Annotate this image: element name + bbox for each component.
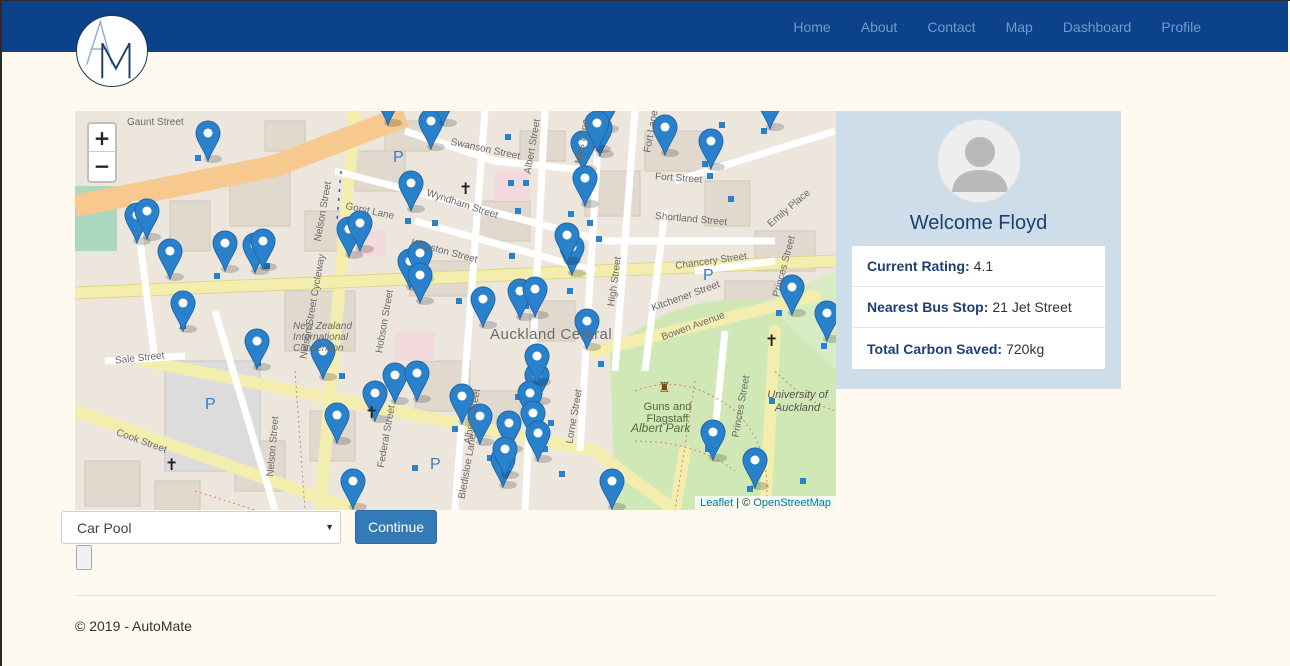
footer-copyright: © 2019 - AutoMate [75,618,192,634]
bus-stop-icon [587,220,593,226]
church-icon: ✝ [365,405,379,422]
bus-stop-icon [707,173,713,179]
stat-value: 4.1 [973,258,994,274]
bus-stop-icon [456,298,462,304]
zoom-in-button[interactable]: + [89,124,115,152]
bus-stop-icon [559,471,565,477]
bus-stop-icon [412,465,418,471]
bus-stop-icon [567,288,573,294]
stat-label: Total Carbon Saved: [867,340,1003,357]
navbar: Home About Contact Map Dashboard Profile [2,1,1288,52]
stat-total-carbon-saved: Total Carbon Saved: 720kg [852,328,1105,369]
map-attribution: Leaflet | © OpenStreetMap [695,496,836,510]
bus-stop-icon [509,253,515,259]
parking-icon: P [205,396,216,413]
bus-stop-icon [515,208,521,214]
leaflet-map[interactable]: Gaunt Street Swanson Street Albert Stree… [75,111,836,510]
bus-stop-icon [339,373,345,379]
bus-stop-icon [568,211,574,217]
monument-icon: ♜ [658,379,671,395]
nav-link-dashboard[interactable]: Dashboard [1048,19,1147,35]
bus-stop-icon [598,361,604,367]
map-label-nz-intl: New Zealand International Convention [293,321,352,354]
bus-stop-icon [821,343,827,349]
bus-stop-icon [405,218,411,224]
map-label-auckland-central: Auckland Central [490,326,613,343]
stats-list: Current Rating: 4.1 Nearest Bus Stop: 21… [851,245,1106,370]
stat-value: 21 Jet Street [992,299,1072,315]
church-icon: ✝ [165,457,179,474]
bus-stop-icon [761,128,767,134]
bus-stop-icon [214,273,220,279]
bus-stop-icon [523,180,529,186]
bus-stop-icon [432,220,438,226]
map-label-albert-park: Albert Park [631,421,691,435]
stat-label: Current Rating: [867,258,970,274]
bus-stop-icon [596,236,602,242]
stat-nearest-bus-stop: Nearest Bus Stop: 21 Jet Street [852,287,1105,328]
bus-stop-icon [702,161,708,167]
nav-link-contact[interactable]: Contact [912,19,990,35]
map-label-gaunt-street: Gaunt Street [127,117,184,128]
zoom-out-button[interactable]: − [89,152,115,180]
profile-panel: Welcome Floyd Current Rating: 4.1 Neares… [836,111,1121,389]
parking-icon: P [393,149,404,166]
continue-button[interactable]: Continue [355,510,437,544]
church-icon: ✝ [765,333,779,350]
nav-link-map[interactable]: Map [991,19,1048,35]
stat-current-rating: Current Rating: 4.1 [852,246,1105,287]
nav-link-profile[interactable]: Profile [1146,19,1216,35]
automate-logo[interactable] [76,15,148,87]
attribution-separator: | © [733,497,754,509]
welcome-heading: Welcome Floyd [909,212,1048,234]
bus-stop-icon [505,134,511,140]
church-icon: ✝ [459,181,473,198]
avatar [937,119,1021,203]
zoom-control: + − [87,122,117,183]
nav-link-home[interactable]: Home [778,19,845,35]
osm-link[interactable]: OpenStreetMap [753,497,831,509]
small-blank-button[interactable] [76,545,92,570]
select-value: Car Pool [77,519,132,536]
parking-icon: P [430,456,441,473]
bus-stop-icon [452,426,458,432]
bus-stop-icon [508,180,514,186]
bus-stop-icon [800,478,806,484]
user-silhouette-icon [952,137,1008,192]
bus-stop-icon [548,420,554,426]
bus-stop-icon [719,122,725,128]
bus-stop-icon [728,196,734,202]
nav-link-about[interactable]: About [846,19,913,35]
stat-label: Nearest Bus Stop: [867,299,989,315]
parking-icon: P [703,267,714,284]
nav-links: Home About Contact Map Dashboard Profile [778,1,1216,52]
stat-value: 720kg [1006,340,1045,357]
bus-stop-icon [776,310,782,316]
footer-divider [75,595,1216,596]
map-label-university: University of Auckland [767,389,828,414]
logo-mark [86,19,131,79]
transport-mode-select[interactable]: Car Pool ▼ [61,511,341,544]
leaflet-link[interactable]: Leaflet [700,497,733,509]
chevron-down-icon: ▼ [325,522,334,532]
bus-stop-icon [195,155,201,161]
